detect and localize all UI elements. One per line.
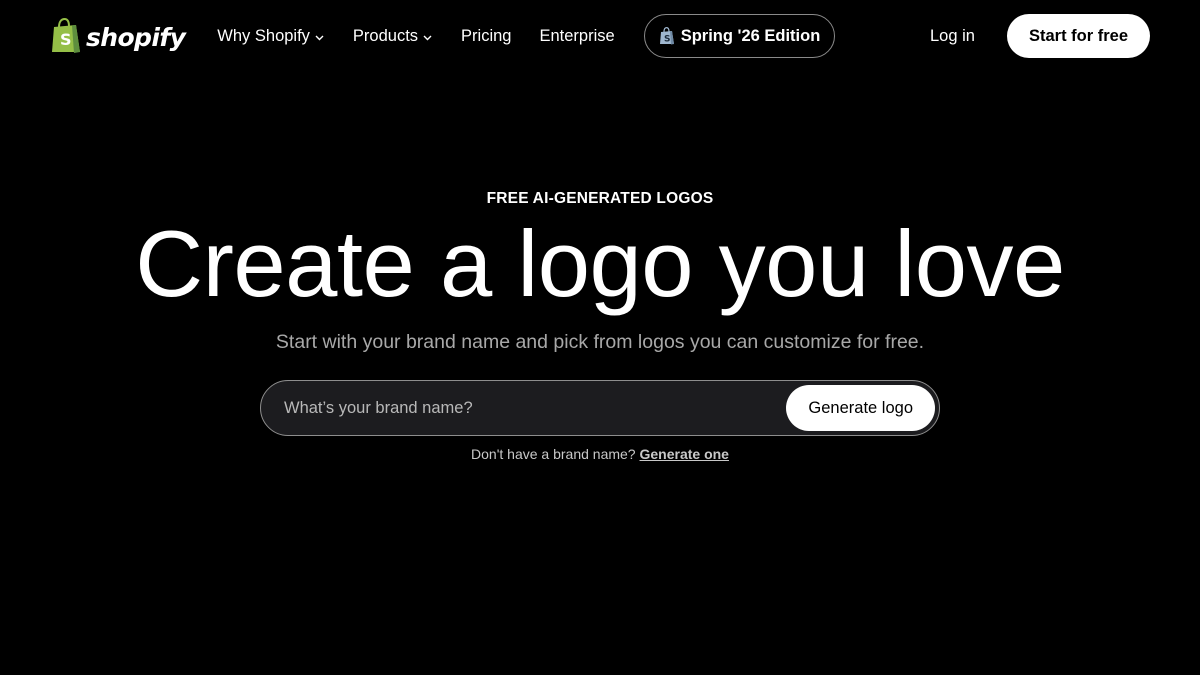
nav-label: Enterprise <box>539 26 615 45</box>
edition-button[interactable]: S Spring '26 Edition <box>643 14 836 58</box>
nav-enterprise[interactable]: Enterprise <box>539 27 614 46</box>
nav-pricing[interactable]: Pricing <box>461 27 511 46</box>
svg-text:S: S <box>664 35 670 45</box>
nav-why-shopify[interactable]: Why Shopify <box>217 27 325 46</box>
generate-logo-button[interactable]: Generate logo <box>786 385 935 431</box>
nav-products[interactable]: Products <box>353 27 433 46</box>
hero-title: Create a logo you love <box>135 211 1065 316</box>
nav-label: Why Shopify <box>217 26 310 45</box>
site-header: S shopify Why Shopify Products Pricing E… <box>0 0 1200 72</box>
nav-label: Products <box>352 26 419 45</box>
brand-name-input[interactable] <box>261 381 787 435</box>
brand-name-form: Generate logo <box>260 380 940 436</box>
header-actions: Log in Start for free <box>930 14 1150 58</box>
edition-label: Spring '26 Edition <box>680 26 821 45</box>
svg-text:S: S <box>60 30 72 49</box>
shopify-logo-link[interactable]: S shopify <box>50 18 186 54</box>
hero-eyebrow: FREE AI-GENERATED LOGOS <box>486 190 714 207</box>
chevron-down-icon <box>315 35 324 40</box>
login-link[interactable]: Log in <box>930 27 975 46</box>
main-nav: Why Shopify Products Pricing Enterprise … <box>217 14 836 58</box>
shopify-bag-icon: S <box>52 18 80 53</box>
brand-wordmark: shopify <box>86 22 186 52</box>
nav-label: Pricing <box>461 26 512 45</box>
edition-bag-icon: S <box>659 27 674 45</box>
hero-subtitle: Start with your brand name and pick from… <box>275 331 925 353</box>
start-for-free-button[interactable]: Start for free <box>1006 14 1150 58</box>
helper-question: Don't have a brand name? <box>471 446 640 462</box>
helper-text: Don't have a brand name? Generate one <box>0 446 1200 462</box>
page: S shopify Why Shopify Products Pricing E… <box>0 0 1200 675</box>
generate-one-link[interactable]: Generate one <box>639 446 728 462</box>
chevron-down-icon <box>423 35 432 40</box>
